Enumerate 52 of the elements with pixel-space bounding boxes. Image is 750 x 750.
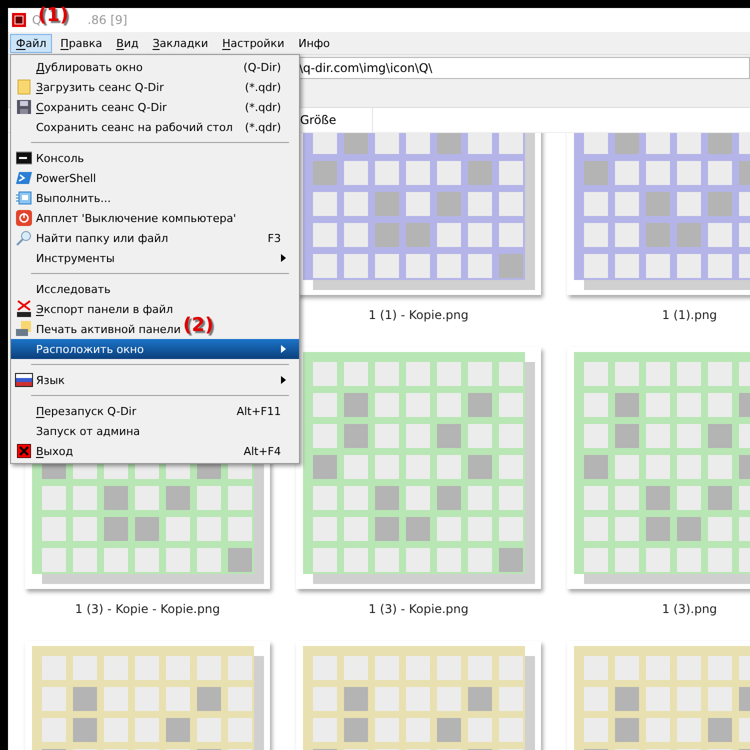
folder-icon <box>17 79 31 95</box>
menu-item[interactable]: Исследовать <box>36 282 111 296</box>
search-icon <box>16 230 32 246</box>
powershell-icon <box>16 171 32 185</box>
menu-item[interactable]: Найти папку или файл <box>36 232 168 244</box>
file-name: 1 (1).png <box>662 308 718 322</box>
export-icon <box>16 300 32 318</box>
run-window-icon <box>16 191 32 205</box>
app-icon <box>12 13 26 27</box>
menu-item[interactable]: Сохранить сеанс на рабочий стол <box>36 120 233 134</box>
menu-item[interactable]: Апплет 'Выключение компьютера' <box>36 212 236 224</box>
menu-item[interactable]: Выполнить... <box>36 192 111 204</box>
shortcut-text: F3 <box>266 232 281 244</box>
menu-item[interactable]: Экспорт панели в файл <box>36 302 174 316</box>
menu-item[interactable]: PowerShell <box>36 172 96 184</box>
shortcut-text: Alt+F4 <box>242 444 281 458</box>
menu-item[interactable]: Расположить окно <box>11 339 299 359</box>
menu-item[interactable]: Перезапуск Q-Dir <box>36 404 136 418</box>
file-name: 1 (3) - Kopie - Kopie.png <box>75 602 220 616</box>
shortcut-text: (Q-Dir) <box>242 60 281 74</box>
file-name: 1 (3) - Kopie.png <box>368 602 468 616</box>
menu-item[interactable]: Запуск от админа <box>36 424 140 438</box>
menu-item[interactable]: Язык <box>36 374 65 386</box>
menu-bar-item[interactable]: Инфо <box>292 34 336 52</box>
file-name: 1 (1) - Kopie.png <box>368 308 468 322</box>
submenu-arrow-icon <box>281 345 286 353</box>
thumbnail-card[interactable] <box>296 347 541 589</box>
shortcut-text: Alt+F11 <box>236 404 281 418</box>
menu-item[interactable]: Инструменты <box>36 252 115 264</box>
menu-item[interactable]: Загрузить сеанс Q-Dir <box>36 80 164 94</box>
menu-item[interactable]: Выход <box>36 444 74 458</box>
shortcut-text: (*.qdr) <box>244 100 281 114</box>
annotation-label: (2) <box>183 314 214 336</box>
menu-bar-item[interactable]: Закладки <box>146 34 214 52</box>
power-icon <box>16 210 32 226</box>
menu-item[interactable]: Сохранить сеанс Q-Dir <box>36 100 167 114</box>
menu-item[interactable]: Консоль <box>36 152 84 164</box>
file-name: 1 (3).png <box>662 602 718 616</box>
shortcut-text: (*.qdr) <box>244 120 281 134</box>
menu-bar-item[interactable]: Настройки <box>216 34 290 52</box>
menu-item[interactable]: Дублировать окно <box>36 60 143 74</box>
flag-icon <box>15 373 33 387</box>
menu-bar-item[interactable]: Вид <box>110 34 145 52</box>
menu-bar-item[interactable]: Файл <box>10 34 52 52</box>
menu-item[interactable]: Печать активной панели <box>36 322 181 336</box>
console-icon <box>16 151 32 165</box>
close-icon <box>17 444 31 458</box>
printer-icon <box>16 321 32 337</box>
window-title: .86 [9] <box>87 13 128 27</box>
annotation-label: (1) <box>38 4 69 26</box>
shortcut-text: (*.qdr) <box>244 80 281 94</box>
menu-bar-item[interactable]: Правка <box>54 34 108 52</box>
